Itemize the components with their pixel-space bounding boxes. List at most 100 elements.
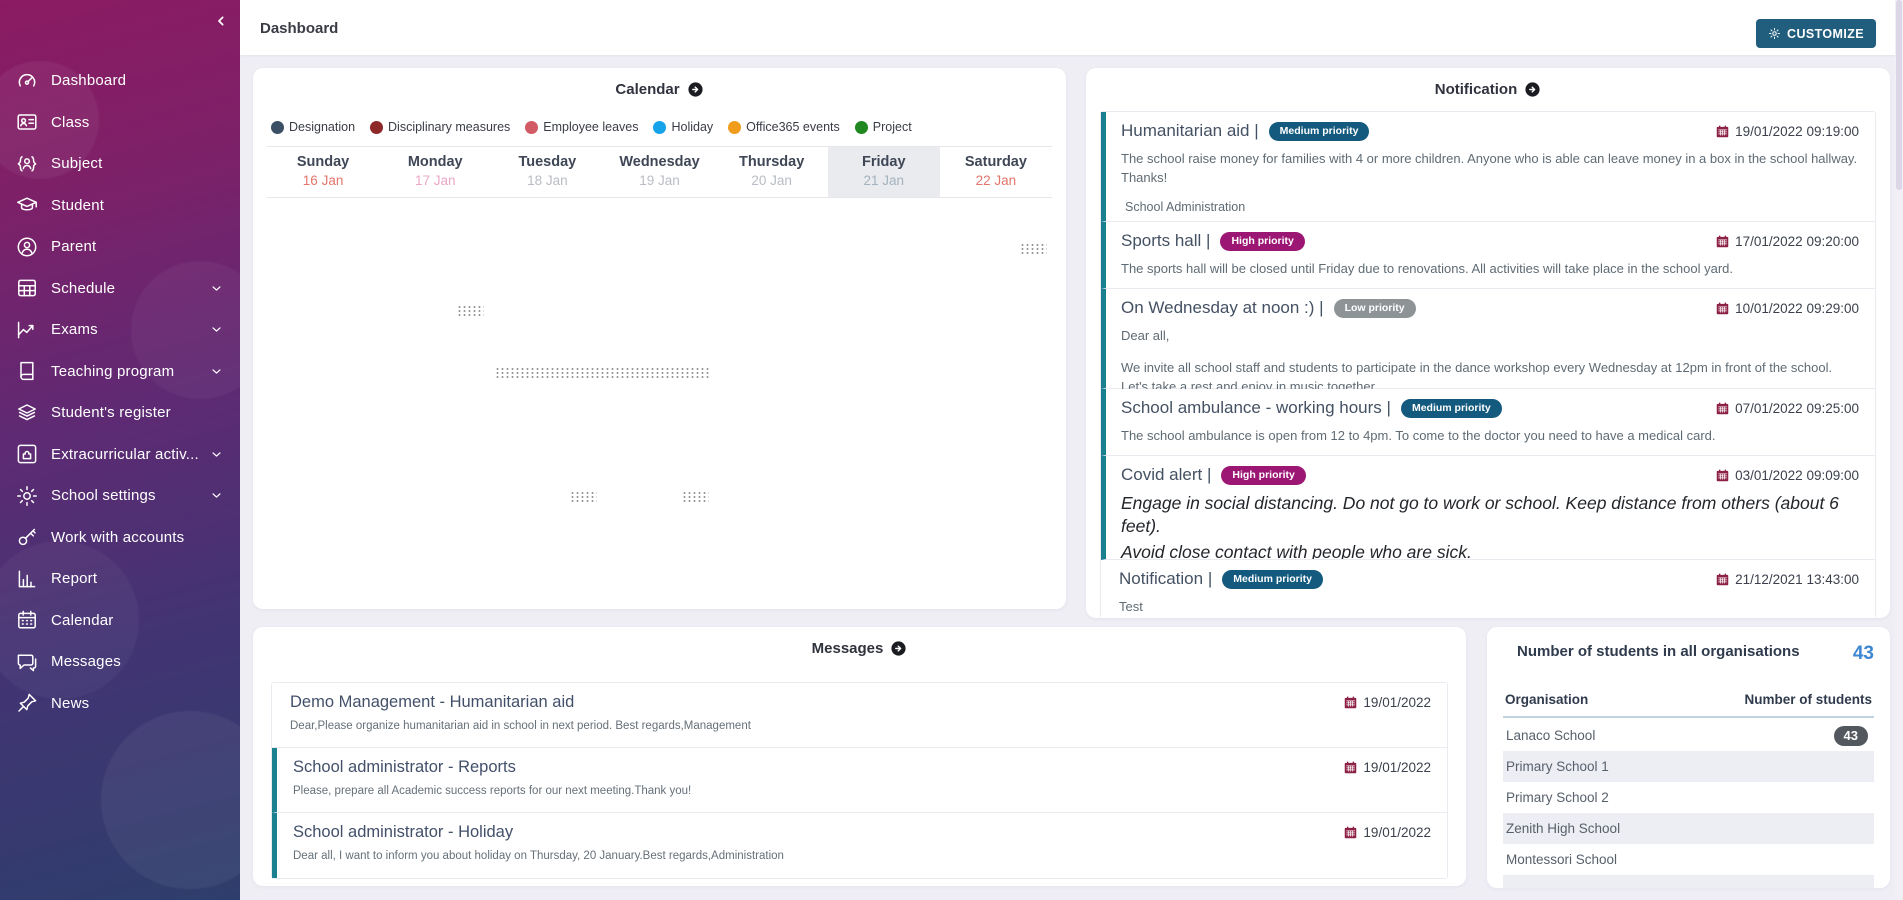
legend-dot: [653, 121, 666, 134]
day-header-cell: Sunday 16 Jan: [267, 147, 379, 197]
calendar-date-icon: [1715, 301, 1730, 316]
sidebar-collapse-button[interactable]: [208, 8, 234, 34]
students-table-row[interactable]: Zenith High School: [1503, 813, 1874, 844]
calendar-event[interactable]: Sick leave: Maria Swift Sick for up to 3…: [380, 325, 715, 382]
dashboard-icon: [15, 69, 39, 93]
notification-item[interactable]: On Wednesday at noon :) | Low priority 1…: [1101, 289, 1875, 389]
notification-item[interactable]: Sports hall | High priority 17/01/2022 0…: [1101, 222, 1875, 289]
notification-item[interactable]: Humanitarian aid | Medium priority 19/01…: [1101, 112, 1875, 222]
students-table-row[interactable]: Primary School 2: [1503, 782, 1874, 813]
students-table: Lanaco School 43 Primary School 1 Primar…: [1503, 720, 1874, 875]
exams-icon: [15, 318, 39, 342]
calendar-event[interactable]: Second term holiday: [717, 449, 827, 506]
gear-icon: [15, 484, 39, 508]
calendar-event[interactable]: Holiday: [267, 201, 377, 258]
priority-badge: High priority: [1221, 466, 1305, 485]
event-pattern: [495, 367, 710, 378]
subject-icon: [15, 152, 39, 176]
sidebar-item[interactable]: Subject: [0, 143, 240, 185]
customize-button[interactable]: CUSTOMIZE: [1756, 19, 1876, 48]
day-header-cell: Friday 21 Jan: [828, 147, 940, 197]
message-date: 19/01/2022: [1363, 695, 1431, 710]
students-table-row[interactable]: Montessori School: [1503, 844, 1874, 875]
calendar-event[interactable]: Project start: Pie shop Employees: 4: [380, 263, 490, 320]
sidebar-item[interactable]: Class: [0, 102, 240, 144]
calendar-event[interactable]: Vacation: John Smith: [942, 325, 1052, 382]
sidebar-item[interactable]: Student's register: [0, 392, 240, 434]
notification-item[interactable]: Notification | Medium priority 21/12/202…: [1101, 560, 1875, 618]
students-table-row[interactable]: Lanaco School 43: [1503, 720, 1874, 751]
sidebar-item[interactable]: Extracurricular activ...: [0, 434, 240, 476]
sidebar-item[interactable]: Work with accounts: [0, 517, 240, 559]
schedule-icon: [15, 276, 39, 300]
calendar-event[interactable]: Employees meeting: [717, 511, 827, 568]
sidebar: Dashboard Class Subject Student: [0, 0, 240, 900]
sidebar-item[interactable]: Teaching program: [0, 351, 240, 393]
key-icon: [15, 525, 39, 549]
calendar-icon: [15, 608, 39, 632]
calendar-legend: Designation Disciplinary measures Employ…: [267, 120, 1052, 134]
sidebar-item[interactable]: Parent: [0, 226, 240, 268]
calendar-event[interactable]: Project start: Ecology Employees: 1: [942, 201, 1052, 258]
sidebar-item[interactable]: Student: [0, 185, 240, 227]
sidebar-item[interactable]: School settings: [0, 475, 240, 517]
goto-calendar-icon[interactable]: [687, 81, 704, 98]
page-title: Dashboard: [260, 20, 338, 37]
sidebar-item[interactable]: Dashboard: [0, 60, 240, 102]
notification-item[interactable]: School ambulance - working hours | Mediu…: [1101, 389, 1875, 456]
sidebar-item[interactable]: Schedule: [0, 268, 240, 310]
notification-card-title: Notification: [1100, 68, 1876, 98]
goto-notification-icon[interactable]: [1524, 81, 1541, 98]
chevron-down-icon: [209, 447, 224, 462]
chevron-down-icon: [209, 281, 224, 296]
chevron-left-icon: [213, 13, 229, 29]
priority-badge: Medium priority: [1222, 570, 1323, 589]
day-header-cell: Thursday 20 Jan: [716, 147, 828, 197]
legend-dot: [728, 121, 741, 134]
priority-badge: High priority: [1220, 232, 1304, 251]
calendar-event[interactable]: Project start: Planting flowers Employee…: [492, 449, 602, 506]
message-item[interactable]: Demo Management - Humanitarian aid 19/01…: [272, 683, 1447, 748]
pin-icon: [15, 691, 39, 715]
notification-list: Humanitarian aid | Medium priority 19/01…: [1100, 111, 1876, 618]
messages-card: Messages Demo Management - Humanitarian …: [253, 627, 1466, 886]
students-count-card: Number of students in all organisations …: [1487, 627, 1890, 888]
sidebar-menu: Dashboard Class Subject Student: [0, 60, 240, 724]
calendar-event[interactable]: Project start: Websites Employees: 1: [605, 449, 715, 506]
page-scrollbar-thumb[interactable]: [1896, 0, 1902, 190]
notification-card: Notification Humanitarian aid | Medium p…: [1086, 68, 1890, 618]
calendar-date-icon: [1343, 825, 1358, 840]
legend-item: Holiday: [653, 120, 713, 134]
sidebar-item[interactable]: Calendar: [0, 600, 240, 642]
calendar-event[interactable]: Unpaid leave: Tom Johnes: [380, 387, 827, 444]
legend-item: Office365 events: [728, 120, 840, 134]
legend-dot: [370, 121, 383, 134]
chevron-down-icon: [209, 364, 224, 379]
day-header-cell: Wednesday 19 Jan: [603, 147, 715, 197]
sidebar-item[interactable]: Report: [0, 558, 240, 600]
day-header-cell: Monday 17 Jan: [379, 147, 491, 197]
calendar-event[interactable]: Designation expires for Tom...: [380, 201, 490, 258]
legend-item: Employee leaves: [525, 120, 638, 134]
page-scrollbar[interactable]: [1895, 0, 1903, 900]
message-item[interactable]: School administrator - Holiday 19/01/202…: [272, 813, 1447, 878]
message-date: 19/01/2022: [1363, 825, 1431, 840]
calendar-event[interactable]: Spanish language - workshop: [605, 511, 715, 568]
message-item[interactable]: School administrator - Reports 19/01/202…: [272, 748, 1447, 813]
calendar-events-grid: Holiday Designation expires for Tom... P…: [267, 201, 1052, 568]
calendar-event[interactable]: English language - workshop: [942, 263, 1052, 320]
chevron-down-icon: [209, 322, 224, 337]
students-table-row[interactable]: Primary School 1: [1503, 751, 1874, 782]
calendar-event[interactable]: Holiday: [267, 263, 377, 320]
sidebar-item[interactable]: News: [0, 683, 240, 725]
students-card-title: Number of students in all organisations: [1503, 643, 1803, 660]
legend-dot: [271, 121, 284, 134]
customize-label: CUSTOMIZE: [1787, 27, 1864, 41]
calendar-event[interactable]: Designation expires for John...: [830, 449, 940, 506]
notification-item[interactable]: Covid alert | High priority 03/01/2022 0…: [1101, 456, 1875, 560]
legend-dot: [855, 121, 868, 134]
sidebar-item[interactable]: Exams: [0, 309, 240, 351]
event-pattern: [1020, 243, 1047, 254]
sidebar-item[interactable]: Messages: [0, 641, 240, 683]
goto-messages-icon[interactable]: [890, 640, 907, 657]
